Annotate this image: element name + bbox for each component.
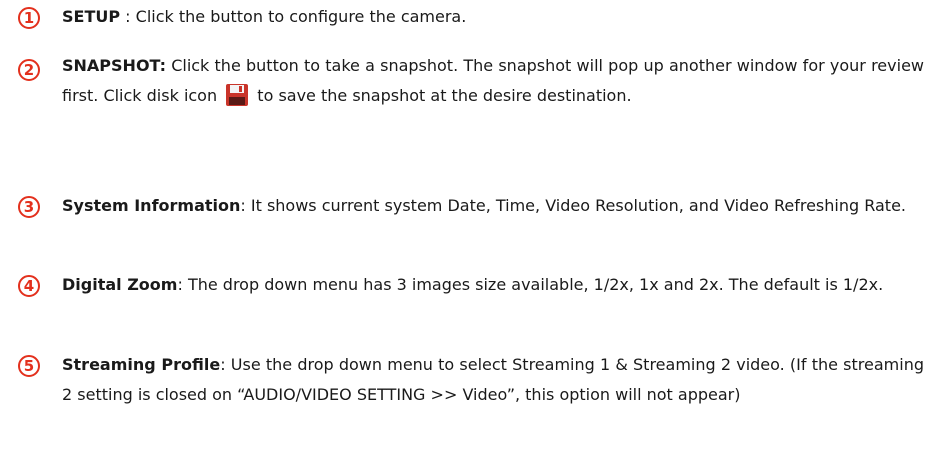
item-term: SNAPSHOT: [62, 56, 166, 75]
item-description: Digital Zoom: The drop down menu has 3 i… [62, 270, 924, 300]
item-term: Digital Zoom [62, 275, 178, 294]
item-description: System Information: It shows current sys… [62, 191, 924, 221]
item-number: 1 [18, 7, 40, 29]
list-item-streaming-profile: 5 Streaming Profile: Use the drop down m… [18, 350, 924, 410]
document-page: 1 SETUP : Click the button to configure … [0, 0, 942, 455]
item-text: : It shows current system Date, Time, Vi… [240, 196, 907, 215]
item-term: System Information [62, 196, 241, 215]
item-description: Streaming Profile: Use the drop down men… [62, 350, 924, 410]
item-number: 4 [18, 275, 40, 297]
item-text: : The drop down menu has 3 images size a… [177, 275, 884, 294]
item-description: SETUP : Click the button to configure th… [62, 2, 924, 32]
item-term: SETUP [62, 7, 121, 26]
item-description: SNAPSHOT: Click the button to take a sna… [62, 51, 924, 111]
list-item-snapshot: 2 SNAPSHOT: Click the button to take a s… [18, 51, 924, 111]
disk-icon [225, 83, 249, 107]
item-term: Streaming Profile [62, 355, 221, 374]
item-number: 5 [18, 355, 40, 377]
list-item-setup: 1 SETUP : Click the button to configure … [18, 2, 924, 32]
item-text-after: to save the snapshot at the desire desti… [257, 86, 632, 105]
list-item-system-information: 3 System Information: It shows current s… [18, 191, 924, 221]
item-text: : Click the button to configure the came… [120, 7, 467, 26]
item-number: 3 [18, 196, 40, 218]
list-item-digital-zoom: 4 Digital Zoom: The drop down menu has 3… [18, 270, 924, 300]
item-number: 2 [18, 59, 40, 81]
